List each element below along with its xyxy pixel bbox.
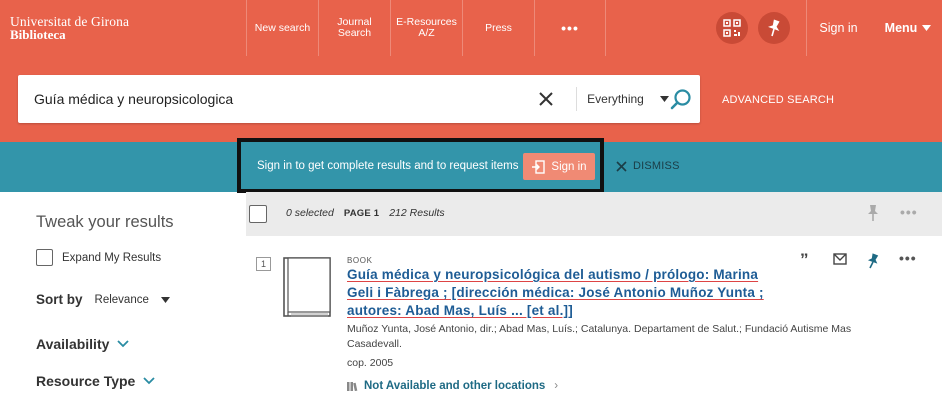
result-title-text[interactable]: Guía médica y neuropsicológica del autis… <box>347 267 764 318</box>
nav-eresources-label: E-Resources A/Z <box>396 16 457 39</box>
search-box: Everything <box>18 75 700 123</box>
nav-press[interactable]: Press <box>462 0 534 56</box>
quote-icon[interactable]: ” <box>800 251 809 268</box>
pin-icon <box>768 19 780 37</box>
top-navbar: Universitat de Girona Biblioteca New sea… <box>0 0 942 56</box>
page-number: PAGE 1 <box>343 208 380 219</box>
result-type: BOOK <box>347 256 373 265</box>
facet-resource-type[interactable]: Resource Type <box>36 373 155 389</box>
banner-signin-label: Sign in <box>551 160 587 173</box>
nav-journal-search[interactable]: Journal Search <box>318 0 390 56</box>
facet-resource-type-label: Resource Type <box>36 373 136 389</box>
book-icon <box>283 257 331 317</box>
availability-link[interactable]: Not Available and other locations › <box>347 380 558 392</box>
search-input[interactable] <box>34 87 534 111</box>
banner-message: Sign in to get complete results and to r… <box>257 160 519 172</box>
nav-eresources[interactable]: E-Resources A/Z <box>390 0 462 56</box>
chevron-right-icon: › <box>554 380 559 392</box>
result-number: 1 <box>256 257 271 271</box>
pin-icon[interactable] <box>866 253 879 269</box>
availability-label: Not Available and other locations <box>364 380 546 392</box>
result-title[interactable]: Guía médica y neuropsicológica del autis… <box>347 266 777 320</box>
banner-signin-button[interactable]: Sign in <box>523 153 595 180</box>
chevron-down-icon <box>659 96 669 102</box>
pin-icon[interactable] <box>866 204 880 222</box>
advanced-search-link[interactable]: ADVANCED SEARCH <box>722 94 834 106</box>
menu-label: Menu <box>884 21 918 35</box>
email-icon[interactable] <box>833 253 847 265</box>
nav-new-search[interactable]: New search <box>246 0 318 56</box>
divider <box>576 87 577 111</box>
pinned-items-button[interactable] <box>758 12 790 44</box>
login-icon <box>532 159 546 174</box>
clear-icon[interactable] <box>536 89 556 109</box>
more-icon[interactable]: ••• <box>900 204 918 220</box>
selected-count: 0 selected <box>286 207 334 219</box>
more-icon[interactable]: ••• <box>899 251 917 265</box>
qr-code-icon <box>723 19 741 37</box>
chevron-down-icon <box>117 340 130 348</box>
dismiss-label: DISMISS <box>633 160 680 172</box>
facet-availability-label: Availability <box>36 336 110 352</box>
nav-journal-search-label: Journal Search <box>337 16 372 39</box>
sort-by[interactable]: Sort by Relevance <box>36 292 170 307</box>
checkbox[interactable] <box>36 249 53 266</box>
search-icon[interactable] <box>670 88 692 110</box>
select-all-checkbox[interactable] <box>249 205 267 223</box>
facets-title: Tweak your results <box>36 213 174 231</box>
expand-results-label: Expand My Results <box>62 251 162 264</box>
logo-library: Biblioteca <box>10 27 66 42</box>
scope-select[interactable]: Everything <box>578 87 678 111</box>
qr-code-button[interactable] <box>716 12 748 44</box>
facet-availability[interactable]: Availability <box>36 336 130 352</box>
close-icon <box>616 160 627 172</box>
results-info: 0 selected PAGE 1 212 Results <box>286 207 445 219</box>
result-date: cop. 2005 <box>347 357 394 369</box>
chevron-down-icon <box>160 296 170 303</box>
signin-link[interactable]: Sign in <box>806 0 870 56</box>
sort-label: Sort by <box>36 292 83 307</box>
logo[interactable]: Universitat de Girona Biblioteca <box>10 15 129 41</box>
dismiss-button[interactable]: DISMISS <box>616 160 680 172</box>
expand-results-checkbox[interactable]: Expand My Results <box>36 249 161 266</box>
results-count: 212 Results <box>389 207 445 219</box>
sort-value[interactable]: Relevance <box>95 294 149 306</box>
library-icon <box>347 382 358 391</box>
scope-value: Everything <box>587 92 644 106</box>
search-band: Everything ADVANCED SEARCH <box>0 56 942 142</box>
chevron-down-icon <box>143 377 155 385</box>
results-header: 0 selected PAGE 1 212 Results ••• <box>246 192 942 236</box>
result-authors: Muñoz Yunta, José Antonio, dir.; Abad Ma… <box>347 323 852 350</box>
chevron-down-icon <box>922 25 932 31</box>
menu-button[interactable]: Menu <box>874 0 942 56</box>
nav-more-button[interactable]: ••• <box>534 0 606 56</box>
